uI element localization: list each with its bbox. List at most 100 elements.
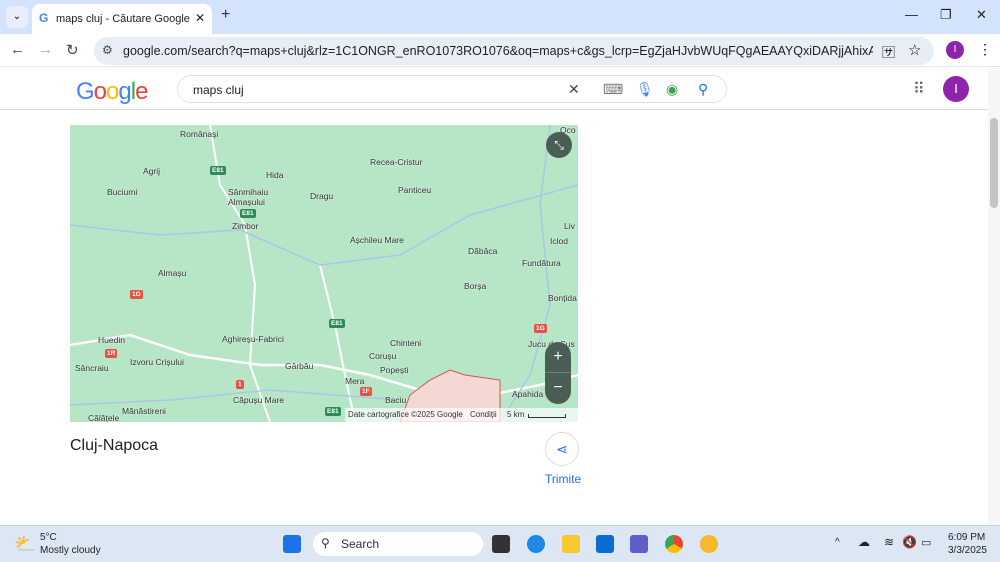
map-label: Sâncraiu — [75, 363, 109, 373]
map-label: Zimbor — [232, 221, 259, 231]
bookmark-star-icon[interactable]: ☆ — [908, 41, 921, 59]
map-label: Recea-Cristur — [370, 157, 423, 167]
keyboard-icon[interactable]: ⌨ — [603, 81, 623, 98]
zoom-in-button[interactable]: + — [545, 342, 571, 373]
new-tab-button[interactable]: + — [221, 6, 230, 24]
close-window-button[interactable]: ✕ — [976, 7, 987, 23]
menu-icon[interactable]: ⋮ — [978, 41, 992, 58]
scrollbar-thumb[interactable] — [990, 118, 998, 208]
clear-icon[interactable]: ✕ — [568, 81, 580, 98]
clock-time[interactable]: 6:09 PM — [948, 532, 985, 543]
map-label: Corușu — [369, 351, 397, 361]
avatar[interactable]: I — [943, 76, 969, 102]
forward-icon[interactable]: → — [38, 41, 53, 58]
tab-maps-cluj[interactable]: G maps cluj - Căutare Google ✕ — [32, 4, 212, 34]
profile-button[interactable]: I — [946, 41, 964, 59]
map-label: Românași — [180, 129, 219, 139]
wifi-icon[interactable]: ≋ — [884, 535, 894, 549]
fullscreen-button[interactable]: ⤡ — [546, 132, 572, 158]
map-label: Căpușu Mare — [233, 395, 285, 405]
translate-icon[interactable]: 🈂 — [882, 42, 895, 61]
road-badge: 1F — [360, 387, 372, 396]
search-input[interactable]: maps cluj — [193, 83, 244, 97]
map-label: Mera — [345, 376, 365, 386]
google-header: Google maps cluj ✕ ⌨ 🎙 ◉ ⚲ ⠿ I — [0, 68, 988, 110]
zoom-out-button[interactable]: − — [545, 373, 571, 404]
road-badge: E81 — [329, 319, 345, 328]
scale-label: 5 km — [507, 410, 525, 419]
road-badge: 1R — [105, 349, 118, 358]
map-label: Dragu — [310, 191, 334, 201]
lens-icon[interactable]: ◉ — [666, 81, 678, 98]
google-logo[interactable]: Google — [76, 78, 148, 106]
tab-search-button[interactable]: ⌄ — [6, 6, 28, 28]
search-box[interactable]: maps cluj ✕ ⌨ 🎙 ◉ ⚲ — [177, 75, 727, 103]
map-label: Sânmihaiu — [228, 187, 269, 197]
restore-button[interactable]: ❐ — [940, 7, 952, 23]
url-text[interactable]: google.com/search?q=maps+cluj&rlz=1C1ONG… — [123, 44, 873, 58]
scale-bar — [528, 414, 566, 418]
map-label: Izvoru Crișului — [130, 357, 184, 367]
chrome-icon[interactable] — [665, 535, 683, 553]
address-bar[interactable]: ⚙ google.com/search?q=maps+cluj&rlz=1C1O… — [94, 37, 934, 65]
windows-start-icon[interactable] — [283, 535, 301, 553]
scrollbar[interactable] — [988, 68, 1000, 525]
share-icon: ⋖ — [556, 441, 568, 457]
map-label: Mănăstireni — [122, 406, 166, 416]
share-label[interactable]: Trimite — [545, 472, 581, 486]
map-label: Agrij — [143, 166, 161, 176]
map-label: Almașului — [228, 197, 265, 207]
search-icon[interactable]: ⚲ — [698, 81, 708, 98]
weather-text[interactable]: Mostly cloudy — [40, 545, 101, 556]
map-label: Popești — [380, 365, 409, 375]
battery-icon[interactable]: ▭ — [921, 536, 931, 549]
tab-strip: ⌄ G maps cluj - Căutare Google ✕ + — ❐ ✕ — [0, 0, 1000, 34]
close-tab-icon[interactable]: ✕ — [195, 11, 205, 25]
map-label: Așchileu Mare — [350, 235, 404, 245]
map-label: Buciumi — [107, 187, 138, 197]
map-label: Panticeu — [398, 185, 432, 195]
map-label: Apahida — [512, 389, 544, 399]
map-label: Gârbău — [285, 361, 314, 371]
clock-date[interactable]: 3/3/2025 — [948, 545, 987, 556]
map-label: Baciu — [385, 395, 407, 405]
attribution-text: Date cartografice ©2025 Google — [348, 410, 463, 419]
back-icon[interactable]: ← — [10, 41, 25, 58]
onedrive-icon[interactable]: ☁ — [858, 535, 870, 549]
map-label: Iclod — [550, 236, 568, 246]
teams-icon[interactable] — [630, 535, 648, 553]
task-view-icon[interactable] — [492, 535, 510, 553]
map-label: Călățele — [88, 413, 120, 422]
map-attribution: Date cartografice ©2025 Google Condiții … — [345, 408, 578, 422]
map-label: Almașu — [158, 268, 187, 278]
browser-toolbar: ← → ↻ ⚙ google.com/search?q=maps+cluj&rl… — [0, 34, 1000, 67]
edge-icon[interactable] — [527, 535, 545, 553]
apps-grid-icon[interactable]: ⠿ — [913, 79, 925, 99]
road-badge: E81 — [210, 166, 226, 175]
chevron-up-icon[interactable]: ^ — [835, 537, 840, 548]
reload-icon[interactable]: ↻ — [66, 41, 79, 59]
taskbar-search[interactable]: ⚲ Search — [313, 532, 483, 556]
microphone-icon[interactable]: 🎙 — [636, 81, 654, 98]
speaker-muted-icon[interactable]: 🔇 — [902, 535, 917, 549]
site-info-icon[interactable]: ⚙ — [102, 43, 113, 57]
share-button[interactable]: ⋖ — [545, 432, 579, 466]
weather-temp[interactable]: 5°C — [40, 532, 57, 543]
taskbar-search-label: Search — [341, 537, 380, 551]
road-badge: 1 — [236, 380, 244, 389]
file-explorer-icon[interactable] — [562, 535, 580, 553]
google-favicon-icon: G — [39, 11, 49, 25]
weather-cloud-icon[interactable]: ⛅ — [14, 534, 36, 555]
tab-title: maps cluj - Căutare Google — [56, 13, 190, 25]
zoom-control: + − — [545, 342, 571, 404]
terms-link[interactable]: Condiții — [470, 410, 497, 419]
road-badge: E81 — [240, 209, 256, 218]
place-title: Cluj-Napoca — [70, 437, 159, 454]
app-icon[interactable] — [700, 535, 718, 553]
road-badge: E81 — [325, 407, 341, 416]
store-icon[interactable] — [596, 535, 614, 553]
map[interactable]: Românași Agrij Hida Recea-Cristur Bucium… — [70, 125, 578, 422]
minimize-button[interactable]: — — [905, 7, 918, 22]
road-badge: 1G — [534, 324, 547, 333]
map-label: Dăbâca — [468, 246, 498, 256]
